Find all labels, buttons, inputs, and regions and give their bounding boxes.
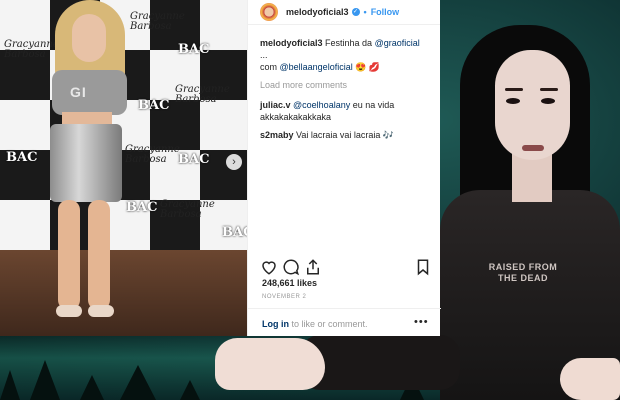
presenter-eye-right xyxy=(541,98,555,104)
comment-username[interactable]: juliac.v xyxy=(260,100,291,110)
backdrop-logo: BAC xyxy=(222,225,247,240)
comment-username[interactable]: s2maby xyxy=(260,130,294,140)
backdrop-logo: BAC xyxy=(178,42,210,57)
more-options-button[interactable]: ••• xyxy=(414,316,429,328)
backdrop-script-name: Gracyanne Barbosa xyxy=(125,144,180,165)
photo-floor xyxy=(0,250,247,336)
presenter-eye-left xyxy=(506,98,520,104)
photo-person-skirt xyxy=(50,124,122,202)
photo-person-leg xyxy=(58,200,80,310)
post-actions xyxy=(260,258,432,276)
comment-text: Vai lacraia vai lacraia 🎶 xyxy=(293,130,395,140)
presenter-face xyxy=(495,50,570,160)
post-username[interactable]: melodyoficial3 xyxy=(286,7,349,17)
photo-person-face xyxy=(72,14,106,62)
presenter-shirt-print: RAISED FROM THE DEAD xyxy=(488,262,558,283)
login-link[interactable]: Log in xyxy=(262,319,289,329)
comment-item: s2maby Vai lacraia vai lacraia 🎶 xyxy=(260,129,428,141)
caption-mention[interactable]: @bellaangeloficial xyxy=(280,62,353,72)
presenter xyxy=(440,0,620,400)
avatar[interactable] xyxy=(260,3,278,21)
post-date: NOVEMBER 2 xyxy=(262,294,307,300)
photo-person-leg xyxy=(88,200,110,310)
photo-shirt-text: GI xyxy=(70,84,87,100)
carousel-next-button[interactable]: › xyxy=(226,154,242,170)
backdrop-logo: BAC xyxy=(178,152,210,167)
verified-badge-icon: ✓ xyxy=(351,8,360,16)
caption-mention[interactable]: @graoficial xyxy=(375,38,420,48)
likes-count[interactable]: 248,661 likes xyxy=(262,278,317,288)
comment-item: juliac.v @coelhoalany eu na vida akkakak… xyxy=(260,99,428,123)
backdrop-script-name: Gracyanne Barbosa xyxy=(175,84,230,105)
comment-icon[interactable] xyxy=(282,258,300,276)
post-sidebar: melodyoficial3 ✓ • Follow melodyoficial3… xyxy=(247,0,441,337)
backdrop-logo: BAC xyxy=(138,98,170,113)
follow-dot: • xyxy=(363,7,367,17)
photo-person-shirt xyxy=(52,70,127,115)
post-photo[interactable]: BAC BAC BAC BAC BAC BAC Gracyanne Barbos… xyxy=(0,0,247,336)
instagram-post-card: BAC BAC BAC BAC BAC BAC Gracyanne Barbos… xyxy=(0,0,441,337)
presenter-lips xyxy=(522,145,544,151)
load-more-comments-link[interactable]: Load more comments xyxy=(260,79,428,91)
caption: melodyoficial3 Festinha da @graoficial .… xyxy=(260,38,420,72)
presenter-hand-right xyxy=(560,358,620,400)
presenter-hand-left xyxy=(215,338,325,390)
follow-button[interactable]: Follow xyxy=(371,7,400,17)
backdrop-script-name: Gracyanne Barbosa xyxy=(160,199,215,220)
presenter-brow-right xyxy=(540,88,558,91)
comments-list: melodyoficial3 Festinha da @graoficial .… xyxy=(248,25,440,141)
backdrop-script-name: Gracyanne Barbosa xyxy=(4,39,59,60)
heart-icon[interactable] xyxy=(260,258,278,276)
backdrop-logo: BAC xyxy=(126,200,158,215)
presenter-brow-left xyxy=(505,88,523,91)
photo-person-shoe xyxy=(88,305,114,317)
comment-mention[interactable]: @coelhoalany xyxy=(293,100,350,110)
login-prompt: Log in to like or comment. xyxy=(262,319,368,329)
post-header: melodyoficial3 ✓ • Follow xyxy=(248,0,440,25)
post-footer: Log in to like or comment. ••• xyxy=(248,308,441,337)
photo-person-shoe xyxy=(56,305,82,317)
share-icon[interactable] xyxy=(304,258,322,276)
backdrop-logo: BAC xyxy=(6,150,38,165)
bookmark-icon[interactable] xyxy=(414,258,432,276)
backdrop-script-name: Gracyanne Barbosa xyxy=(130,11,185,32)
caption-username[interactable]: melodyoficial3 xyxy=(260,38,323,48)
